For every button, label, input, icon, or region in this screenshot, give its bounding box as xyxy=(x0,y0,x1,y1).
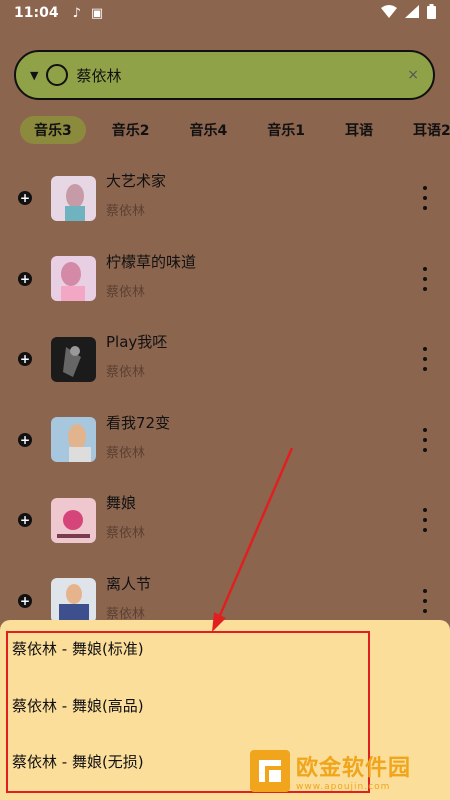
search-input[interactable]: 蔡依林 xyxy=(76,65,121,86)
song-title: 柠檬草的味道 xyxy=(106,252,197,271)
song-artist: 蔡依林 xyxy=(106,526,146,541)
watermark-logo-icon xyxy=(250,750,290,792)
status-time: 11:04 xyxy=(14,5,59,21)
list-item[interactable]: + 大艺术家 蔡依林 xyxy=(0,158,450,239)
more-options-icon[interactable] xyxy=(420,427,430,452)
more-options-icon[interactable] xyxy=(420,347,430,372)
album-cover xyxy=(51,417,96,463)
list-item[interactable]: + 柠檬草的味道 蔡依林 xyxy=(0,239,450,320)
song-artist: 蔡依林 xyxy=(106,365,146,380)
search-bar[interactable]: ▼ 蔡依林 × xyxy=(14,50,435,100)
add-icon[interactable]: + xyxy=(18,271,32,286)
add-icon[interactable]: + xyxy=(18,352,32,367)
album-cover xyxy=(51,256,96,302)
song-artist: 蔡依林 xyxy=(106,284,146,300)
signal-icon xyxy=(405,4,419,22)
add-icon[interactable]: + xyxy=(18,513,32,528)
song-title: 离人节 xyxy=(106,574,152,593)
watermark: 欧金软件园 www.apoujin.com xyxy=(250,748,444,794)
album-cover xyxy=(51,497,96,543)
album-cover xyxy=(51,578,96,624)
status-bar: 11:04 ♪ ▣ xyxy=(0,0,450,26)
dropdown-triangle-icon[interactable]: ▼ xyxy=(30,69,38,82)
wifi-icon xyxy=(381,4,397,22)
music-note-icon: ♪ xyxy=(72,5,81,21)
tab-whisper2[interactable]: 耳语2 xyxy=(399,116,450,144)
song-title: 看我72变 xyxy=(106,413,171,432)
watermark-url: www.apoujin.com xyxy=(296,782,391,792)
tab-music3[interactable]: 音乐3 xyxy=(20,116,86,144)
tab-music1[interactable]: 音乐1 xyxy=(253,116,319,144)
more-options-icon[interactable] xyxy=(420,508,430,533)
song-artist: 蔡依林 xyxy=(106,445,146,461)
more-options-icon[interactable] xyxy=(420,588,430,613)
song-title: Play我呸 xyxy=(106,333,168,351)
clear-icon[interactable]: × xyxy=(407,67,419,83)
tab-whisper[interactable]: 耳语 xyxy=(331,116,387,144)
album-cover xyxy=(51,336,96,382)
list-item[interactable]: + 舞娘 蔡依林 xyxy=(0,480,450,561)
add-icon[interactable]: + xyxy=(18,432,32,447)
status-indicators xyxy=(381,3,436,23)
app-notification-icon: ▣ xyxy=(90,5,104,21)
more-options-icon[interactable] xyxy=(420,186,430,211)
song-title: 舞娘 xyxy=(106,494,137,512)
tab-music2[interactable]: 音乐2 xyxy=(98,116,164,144)
song-artist: 蔡依林 xyxy=(106,204,146,219)
more-options-icon[interactable] xyxy=(420,266,430,291)
list-item[interactable]: + Play我呸 蔡依林 xyxy=(0,319,450,400)
source-tabs: 音乐3 音乐2 音乐4 音乐1 耳语 耳语2 xyxy=(20,116,450,144)
search-circle-icon xyxy=(46,64,69,86)
song-artist: 蔡依林 xyxy=(106,606,146,622)
album-cover xyxy=(51,175,96,221)
add-icon[interactable]: + xyxy=(18,593,32,608)
battery-icon xyxy=(427,3,436,23)
tab-music4[interactable]: 音乐4 xyxy=(176,116,242,144)
watermark-name: 欧金软件园 xyxy=(296,756,412,781)
song-list: + 大艺术家 蔡依林 + 柠檬草的味道 蔡依林 + Play我呸 蔡依林 + 看… xyxy=(0,158,450,641)
list-item[interactable]: + 看我72变 蔡依林 xyxy=(0,400,450,481)
add-icon[interactable]: + xyxy=(18,191,32,206)
song-title: 大艺术家 xyxy=(106,172,167,190)
